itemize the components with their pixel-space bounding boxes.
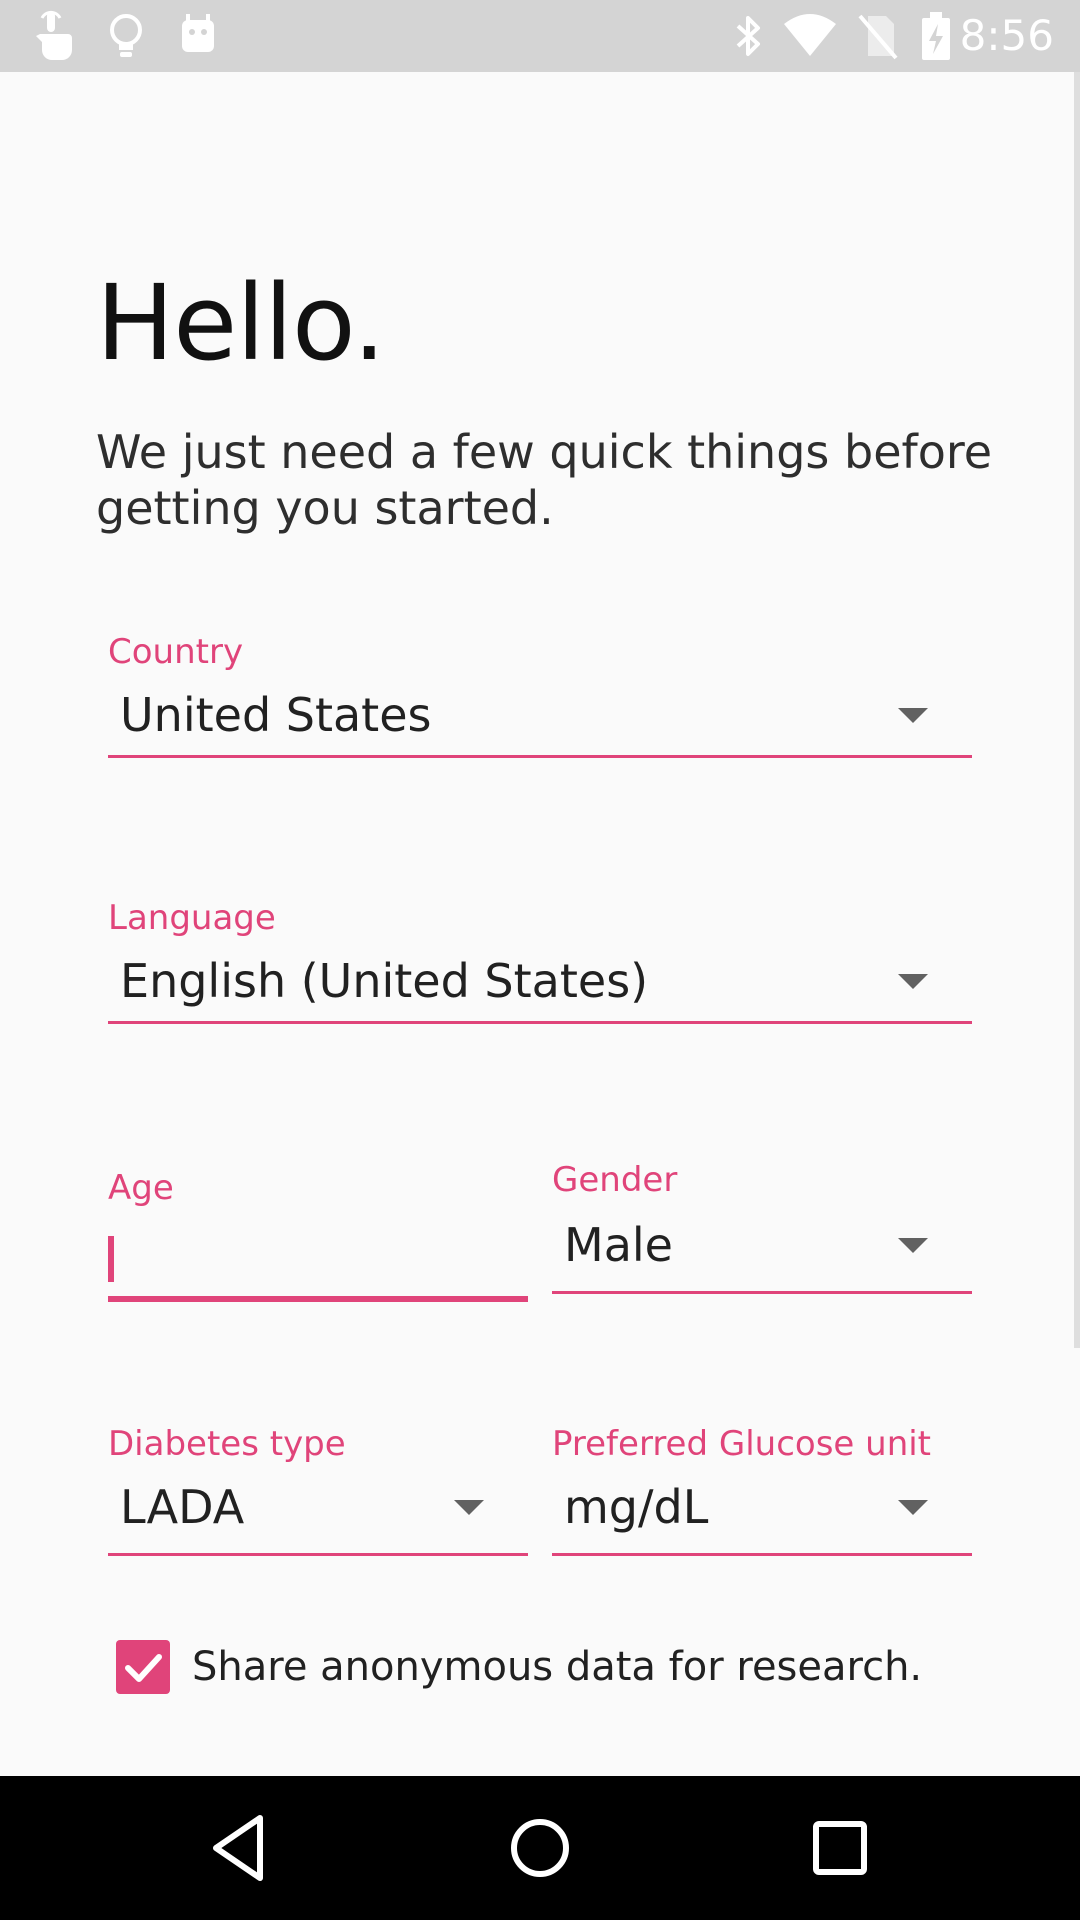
glucose-unit-dropdown[interactable]: mg/dL: [552, 1470, 972, 1556]
language-label: Language: [108, 898, 276, 938]
status-time: 8:56: [959, 11, 1054, 60]
country-value: United States: [120, 688, 432, 742]
no-sim-icon: [858, 14, 898, 60]
gender-value: Male: [564, 1218, 673, 1272]
touch-icon: [36, 10, 72, 60]
age-input[interactable]: [108, 1214, 528, 1302]
page-subtitle: We just need a few quick things before g…: [96, 425, 993, 535]
glucose-unit-value: mg/dL: [564, 1480, 709, 1534]
page-title: Hello.: [96, 262, 386, 384]
scrollbar[interactable]: [1074, 72, 1080, 1348]
country-label: Country: [108, 632, 244, 672]
diabetes-type-value: LADA: [120, 1480, 245, 1534]
gender-field: Gender Male: [552, 1160, 972, 1380]
share-data-checkbox[interactable]: [116, 1640, 170, 1694]
country-field: Country United States: [108, 632, 972, 852]
status-bar: 8:56: [0, 0, 1080, 72]
back-icon[interactable]: [196, 1804, 284, 1892]
chevron-down-icon: [454, 1500, 484, 1515]
glucose-unit-label: Preferred Glucose unit: [552, 1424, 932, 1464]
share-data-label: Share anonymous data for research.: [192, 1644, 923, 1690]
chevron-down-icon: [898, 1500, 928, 1515]
wifi-icon: [784, 14, 836, 56]
chevron-down-icon: [898, 974, 928, 989]
text-cursor: [108, 1236, 114, 1282]
onboarding-form: Hello. We just need a few quick things b…: [0, 72, 1080, 1776]
gender-dropdown[interactable]: Male: [552, 1208, 972, 1294]
gender-label: Gender: [552, 1160, 678, 1200]
language-field: Language English (United States): [108, 898, 972, 1118]
android-icon: [182, 14, 214, 52]
age-label: Age: [108, 1168, 174, 1208]
diabetes-type-field: Diabetes type LADA: [108, 1424, 528, 1644]
country-dropdown[interactable]: United States: [108, 678, 972, 758]
checkmark-icon: [125, 1654, 162, 1682]
home-icon[interactable]: [496, 1804, 584, 1892]
age-field: Age: [108, 1164, 528, 1384]
navigation-bar: [0, 1776, 1080, 1920]
recents-icon[interactable]: [796, 1804, 884, 1892]
lightbulb-icon: [110, 14, 142, 57]
diabetes-type-dropdown[interactable]: LADA: [108, 1470, 528, 1556]
glucose-unit-field: Preferred Glucose unit mg/dL: [552, 1424, 972, 1644]
chevron-down-icon: [898, 708, 928, 723]
language-value: English (United States): [120, 954, 649, 1008]
battery-charging-icon: [922, 12, 950, 60]
chevron-down-icon: [898, 1238, 928, 1253]
bluetooth-icon: [736, 16, 760, 56]
diabetes-type-label: Diabetes type: [108, 1424, 346, 1464]
language-dropdown[interactable]: English (United States): [108, 944, 972, 1024]
